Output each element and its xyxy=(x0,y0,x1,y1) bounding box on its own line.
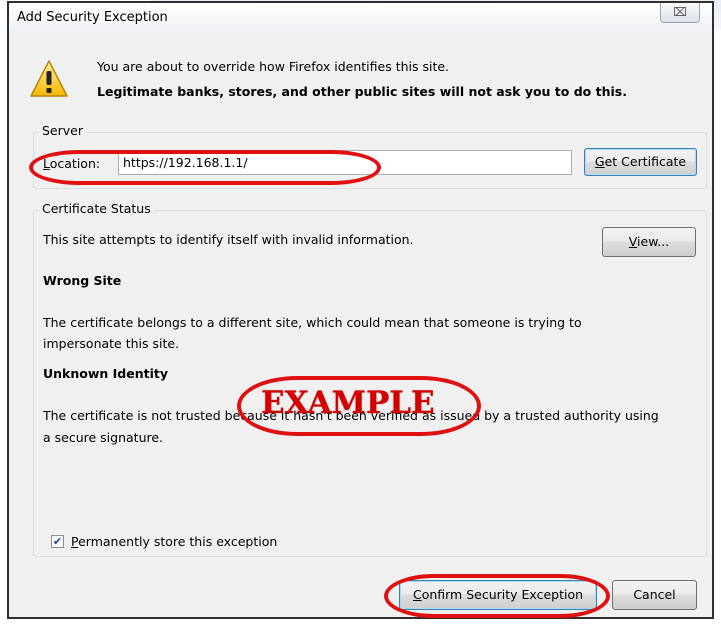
cancel-button[interactable]: Cancel xyxy=(612,580,697,610)
get-certificate-accesskey: G xyxy=(594,154,605,169)
unknown-identity-line-2: a secure signature. xyxy=(43,430,164,445)
permanent-store-label-rest: ermanently store this exception xyxy=(78,534,278,549)
checkmark-icon: ✔ xyxy=(52,535,63,548)
view-button[interactable]: View... xyxy=(602,227,696,257)
get-certificate-button[interactable]: Get Certificate xyxy=(584,148,697,176)
close-icon: ⌧ xyxy=(673,5,687,19)
certificate-status-group xyxy=(33,210,707,557)
intro-line-2: Legitimate banks, stores, and other publ… xyxy=(97,84,627,99)
get-certificate-label: et Certificate xyxy=(604,154,687,169)
wrong-site-line-2: impersonate this site. xyxy=(43,336,180,351)
dialog-body: You are about to override how Firefox id… xyxy=(9,33,712,618)
certificate-status-legend: Certificate Status xyxy=(39,201,154,216)
view-label: iew... xyxy=(637,234,670,249)
permanent-store-checkbox[interactable]: ✔ xyxy=(51,535,64,548)
add-security-exception-dialog: Add Security Exception ⌧ You are about t… xyxy=(7,1,714,619)
location-value: https://192.168.1.1/ xyxy=(123,155,248,170)
server-legend: Server xyxy=(39,123,86,138)
title-bar: Add Security Exception ⌧ xyxy=(9,3,712,33)
certificate-summary: This site attempts to identify itself wi… xyxy=(43,232,414,247)
location-label: Location: xyxy=(43,156,100,171)
view-accesskey: V xyxy=(628,234,638,249)
permanent-store-label[interactable]: Permanently store this exception xyxy=(71,534,277,549)
wrong-site-line-1: The certificate belongs to a different s… xyxy=(43,315,582,330)
confirm-security-exception-button[interactable]: Confirm Security Exception xyxy=(399,580,597,610)
close-button[interactable]: ⌧ xyxy=(660,3,700,23)
dialog-title: Add Security Exception xyxy=(17,10,168,25)
confirm-accesskey: C xyxy=(412,587,422,602)
warning-icon xyxy=(30,60,68,97)
screenshot-stage: Add Security Exception ⌧ You are about t… xyxy=(0,0,721,632)
location-label-rest: ocation: xyxy=(49,156,101,171)
wrong-site-heading: Wrong Site xyxy=(43,273,122,288)
example-watermark: EXAMPLE xyxy=(261,385,435,421)
confirm-label: onfirm Security Exception xyxy=(421,587,584,602)
location-input[interactable]: https://192.168.1.1/ xyxy=(118,150,572,175)
unknown-identity-heading: Unknown Identity xyxy=(43,366,169,381)
location-label-accesskey: L xyxy=(43,156,50,171)
intro-line-1: You are about to override how Firefox id… xyxy=(97,59,450,74)
